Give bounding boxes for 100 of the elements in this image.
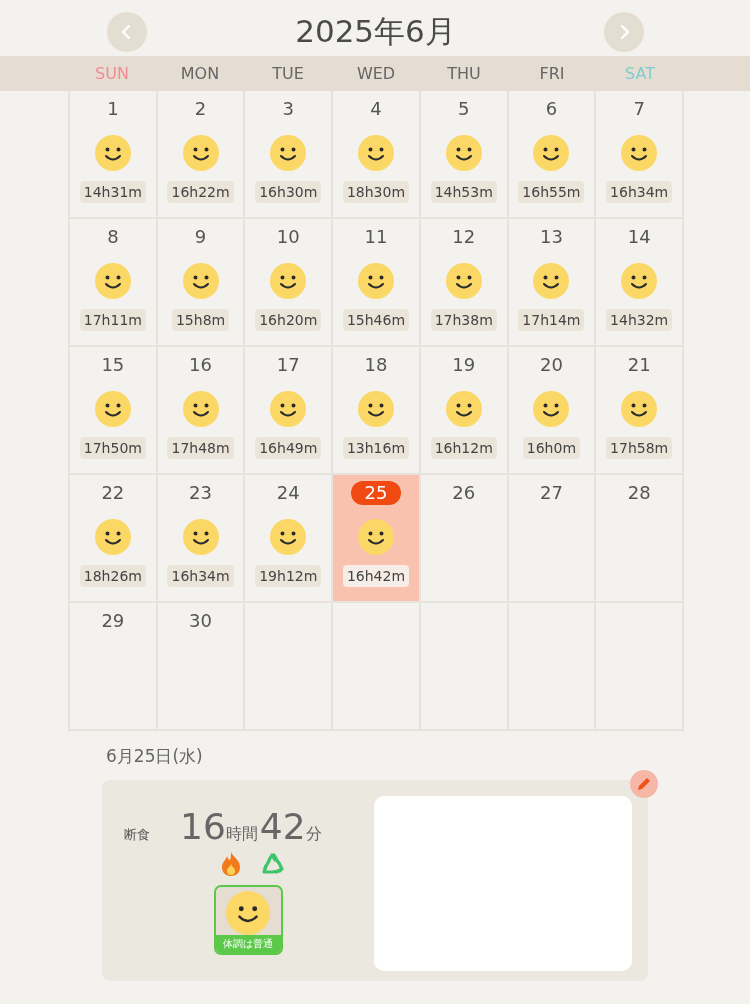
fasting-duration: 17h11m <box>79 309 146 331</box>
day-number: 9 <box>193 225 208 249</box>
day-cell[interactable]: 9 15h8m <box>157 219 246 347</box>
day-cell[interactable]: 23 16h34m <box>157 475 246 603</box>
recycle-icon <box>260 851 286 877</box>
smiley-icon <box>182 263 219 299</box>
day-cell[interactable]: 2 16h22m <box>157 91 246 219</box>
fasting-duration: 16h0m <box>522 437 581 459</box>
day-number: 16 <box>188 353 213 377</box>
day-number: 19 <box>451 353 477 377</box>
day-number: 30 <box>188 609 213 633</box>
fasting-duration: 16h34m <box>167 565 234 587</box>
smiley-icon <box>533 263 570 299</box>
smiley-icon <box>94 135 131 171</box>
fasting-duration: 16h42m <box>342 565 410 587</box>
fasting-duration: 18h30m <box>342 181 410 203</box>
smiley-icon <box>94 263 131 299</box>
smiley-icon <box>445 391 482 427</box>
day-cell[interactable]: 17 16h49m <box>245 347 334 475</box>
smiley-icon <box>358 391 394 427</box>
hours-value: 16 <box>180 806 226 847</box>
day-cell[interactable]: 7 16h34m <box>596 91 684 219</box>
fasting-duration: 16h55m <box>518 181 585 203</box>
day-cell[interactable]: 19 16h12m <box>420 347 509 475</box>
day-cell[interactable]: 12 17h38m <box>420 219 509 347</box>
day-cell[interactable]: 14 14h32m <box>596 219 684 347</box>
day-cell[interactable]: 18 13h16m <box>333 347 421 475</box>
fasting-duration: 17h48m <box>167 437 234 459</box>
weekday-label: SUN <box>94 64 130 83</box>
fasting-duration: 16h34m <box>606 181 673 203</box>
day-number: 10 <box>275 225 301 249</box>
month-title: 2025年6月 <box>295 12 456 51</box>
edit-button[interactable] <box>630 770 658 798</box>
day-number: 17 <box>275 353 301 377</box>
smiley-icon <box>358 519 394 555</box>
day-number: 8 <box>106 225 120 249</box>
day-cell[interactable]: 20 16h0m <box>508 347 597 475</box>
fasting-duration: 17h14m <box>518 309 585 331</box>
smiley-icon <box>94 391 131 427</box>
day-number: 6 <box>544 97 559 121</box>
weekday-label: WED <box>355 64 397 83</box>
day-cell[interactable]: 29 <box>70 603 158 731</box>
flame-icon <box>220 851 242 877</box>
day-cell[interactable]: 8 17h11m <box>70 219 158 347</box>
minutes-value: 42 <box>259 806 306 847</box>
day-number: 22 <box>100 481 126 505</box>
day-number: 3 <box>281 97 295 121</box>
next-month-button[interactable] <box>604 12 644 52</box>
fasting-duration: 17h50m <box>79 437 146 459</box>
previous-month-button[interactable] <box>107 12 147 52</box>
day-cell[interactable]: 28 <box>596 475 684 603</box>
day-cell[interactable]: 5 14h53m <box>420 91 509 219</box>
day-number: 1 <box>106 97 120 121</box>
day-cell[interactable]: 27 <box>508 475 597 603</box>
smiley-icon <box>358 263 394 299</box>
day-cell[interactable]: 13 17h14m <box>508 219 597 347</box>
day-cell[interactable]: 6 16h55m <box>508 91 597 219</box>
day-number: 14 <box>626 225 652 249</box>
day-number: 2 <box>193 97 208 121</box>
weekday-label: MON <box>179 64 221 83</box>
day-cell[interactable]: 21 17h58m <box>596 347 684 475</box>
day-number: 23 <box>188 481 213 505</box>
fasting-duration: 17h38m <box>430 309 497 331</box>
day-cell[interactable]: 11 15h46m <box>333 219 421 347</box>
smiley-icon <box>182 519 219 555</box>
day-number: 20 <box>538 353 564 377</box>
day-cell[interactable]: 22 18h26m <box>70 475 158 603</box>
day-cell[interactable]: 15 17h50m <box>70 347 158 475</box>
weekday-label: SAT <box>624 64 656 83</box>
day-cell[interactable]: 10 16h20m <box>245 219 334 347</box>
smiley-icon <box>270 519 307 555</box>
day-cell[interactable]: 26 <box>420 475 509 603</box>
fasting-duration: 16h12m <box>430 437 497 459</box>
fasting-duration: 14h32m <box>606 309 673 331</box>
fasting-duration: 13h16m <box>342 437 410 459</box>
day-number: 24 <box>275 481 301 505</box>
smiley-icon <box>270 135 307 171</box>
day-number: 28 <box>626 481 652 505</box>
weekday-label: TUE <box>271 64 305 83</box>
fasting-duration: 16h30m <box>255 181 322 203</box>
smiley-icon <box>445 263 482 299</box>
weekday-label: THU <box>446 64 482 83</box>
day-number: 21 <box>626 353 652 377</box>
day-cell[interactable]: 3 16h30m <box>245 91 334 219</box>
day-cell[interactable]: 16 17h48m <box>157 347 246 475</box>
day-cell[interactable]: 25 16h42m <box>333 475 421 603</box>
day-cell[interactable]: 30 <box>157 603 246 731</box>
fasting-label: 断食 <box>124 826 150 844</box>
day-cell[interactable]: 1 14h31m <box>70 91 158 219</box>
smiley-icon <box>621 135 658 171</box>
day-number: 4 <box>369 97 383 121</box>
fasting-duration: 14h53m <box>430 181 497 203</box>
hours-unit: 時間 <box>225 824 258 845</box>
day-cell[interactable]: 24 19h12m <box>245 475 334 603</box>
day-number: 7 <box>632 97 646 121</box>
smiley-icon <box>270 263 307 299</box>
selected-date: 6月25日(水) <box>106 745 204 768</box>
weekday-label: FRI <box>538 64 566 83</box>
day-cell[interactable]: 4 18h30m <box>333 91 421 219</box>
day-number: 25 <box>350 481 402 505</box>
